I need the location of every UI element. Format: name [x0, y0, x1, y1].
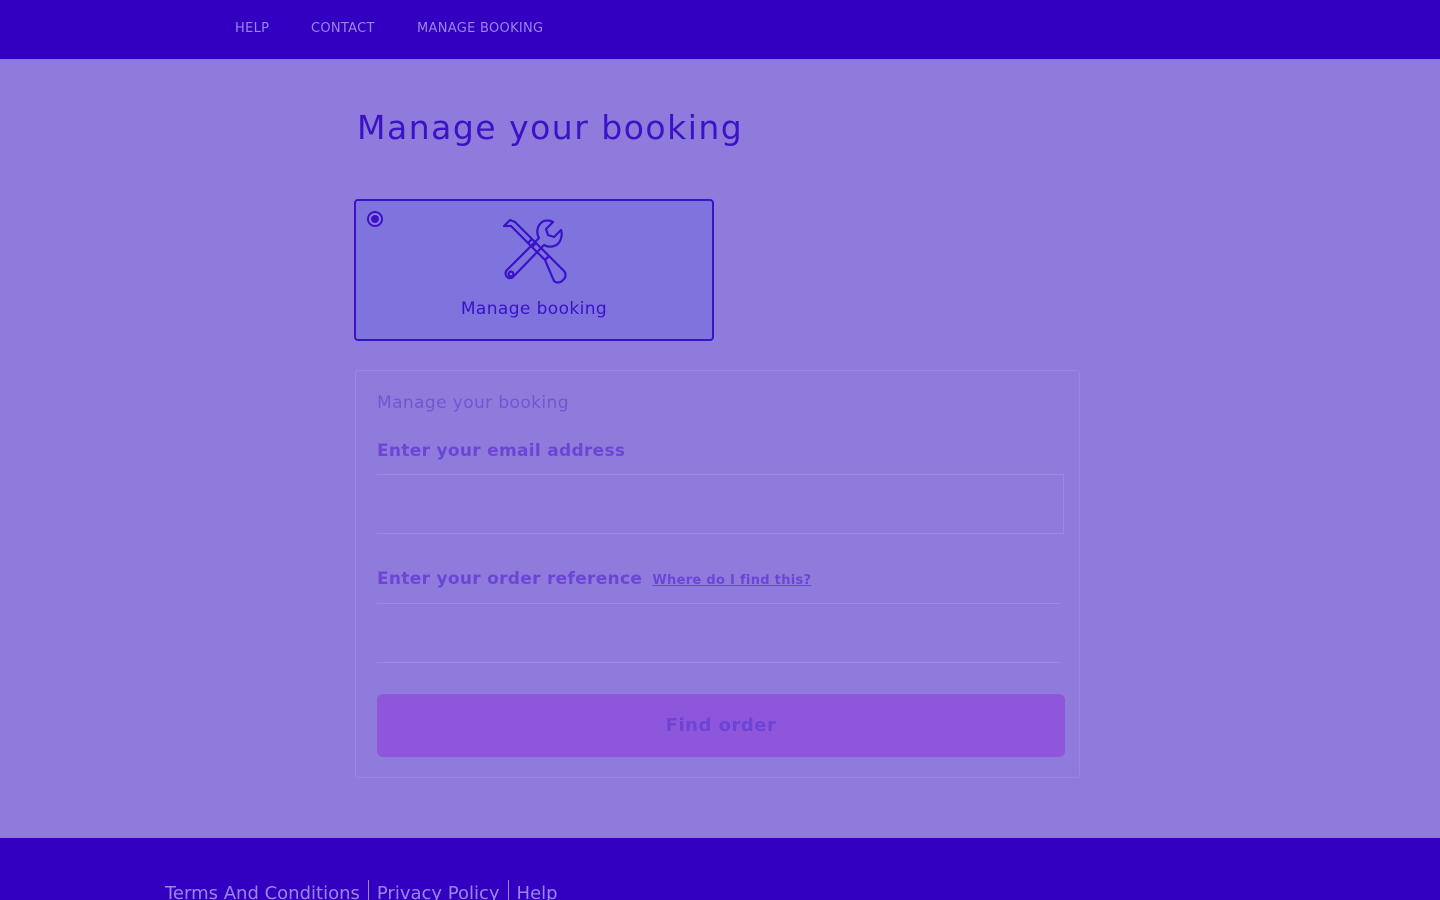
where-do-i-find-this-link[interactable]: Where do I find this?: [652, 573, 811, 588]
nav-link-contact[interactable]: CONTACT: [311, 21, 375, 36]
order-reference-label-text: Enter your order reference: [377, 569, 643, 589]
footer-link-privacy[interactable]: Privacy Policy: [377, 883, 500, 900]
footer-link-help[interactable]: Help: [517, 883, 558, 900]
page-title: Manage your booking: [357, 108, 744, 147]
find-order-button[interactable]: Find order: [377, 694, 1065, 757]
manage-booking-form: Manage your booking Enter your email add…: [355, 370, 1080, 778]
nav-link-help[interactable]: HELP: [235, 21, 269, 36]
email-label: Enter your email address: [377, 441, 625, 461]
nav-link-manage-booking[interactable]: MANAGE BOOKING: [417, 21, 543, 36]
option-card-manage-booking[interactable]: Manage booking: [354, 199, 714, 341]
footer-links: Terms And Conditions Privacy Policy Help: [165, 880, 558, 900]
order-reference-field[interactable]: [377, 603, 1060, 663]
footer-link-terms[interactable]: Terms And Conditions: [165, 883, 360, 900]
footer: Terms And Conditions Privacy Policy Help: [0, 838, 1440, 900]
tools-icon: [502, 218, 567, 284]
option-radio[interactable]: [367, 211, 383, 227]
email-field[interactable]: [377, 474, 1064, 534]
order-reference-label: Enter your order reference Where do I fi…: [377, 569, 811, 589]
top-navigation: HELP CONTACT MANAGE BOOKING: [0, 0, 1440, 59]
footer-divider: [367, 880, 369, 900]
email-label-text: Enter your email address: [377, 441, 626, 461]
footer-divider: [507, 880, 509, 900]
form-legend: Manage your booking: [377, 393, 569, 413]
option-label: Manage booking: [460, 299, 608, 319]
